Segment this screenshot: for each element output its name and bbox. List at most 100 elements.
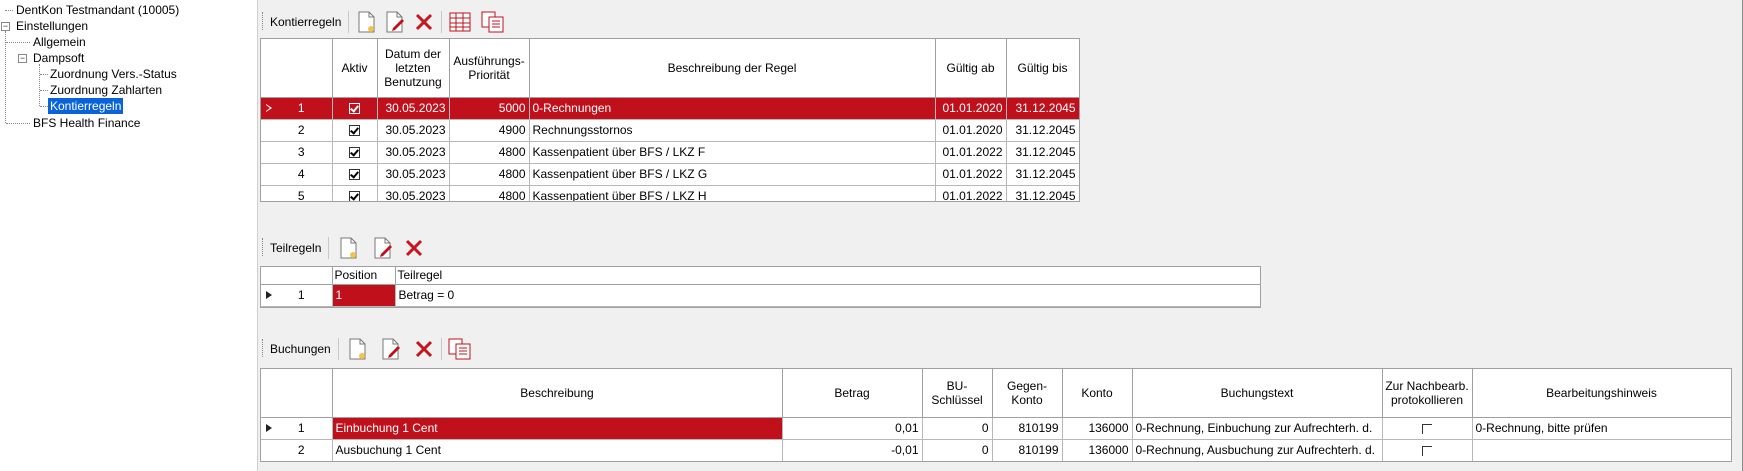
last-used-cell[interactable]: 30.05.2023 xyxy=(377,97,450,120)
valid-from-cell[interactable]: 01.01.2020 xyxy=(935,119,1007,142)
table-row[interactable]: 3 30.05.2023 4800 Kassenpatient über BFS… xyxy=(261,141,1079,164)
active-checkbox-cell[interactable] xyxy=(332,97,378,120)
log-checkbox-cell[interactable] xyxy=(1382,439,1473,461)
table-row[interactable]: 5 30.05.2023 4800 Kassenpatient über BFS… xyxy=(261,185,1079,201)
edit-rule-button[interactable] xyxy=(382,9,408,35)
new-rule-button[interactable] xyxy=(353,9,379,35)
active-checkbox[interactable] xyxy=(349,147,360,159)
active-checkbox-cell[interactable] xyxy=(332,141,378,164)
active-checkbox-cell[interactable] xyxy=(332,119,378,142)
last-used-cell[interactable]: 30.05.2023 xyxy=(377,185,450,201)
new-booking-button[interactable] xyxy=(344,336,370,362)
col-header-processing-note[interactable]: Bearbeitungshinweis xyxy=(1472,369,1731,418)
tree-node-status-mapping[interactable]: Zuordnung Vers.-Status xyxy=(50,66,177,82)
last-used-cell[interactable]: 30.05.2023 xyxy=(377,141,450,164)
subrule-cell[interactable]: Betrag = 0 xyxy=(395,284,1260,307)
delete-booking-button[interactable] xyxy=(411,336,437,362)
row-header[interactable]: 2 xyxy=(261,439,333,461)
collapse-icon[interactable]: − xyxy=(18,54,27,63)
col-header-valid-to[interactable]: Gültig bis xyxy=(1006,39,1079,98)
valid-to-cell[interactable]: 31.12.2045 xyxy=(1006,119,1079,142)
active-checkbox[interactable] xyxy=(349,103,360,115)
priority-cell[interactable]: 4900 xyxy=(449,119,530,142)
description-cell[interactable]: Kassenpatient über BFS / LKZ H xyxy=(529,185,936,201)
collapse-icon[interactable]: − xyxy=(1,22,10,31)
description-cell[interactable]: Kassenpatient über BFS / LKZ G xyxy=(529,163,936,186)
col-header-amount[interactable]: Betrag xyxy=(782,369,923,418)
toolbar-grip[interactable] xyxy=(262,12,264,30)
priority-cell[interactable]: 5000 xyxy=(449,97,530,120)
priority-cell[interactable]: 4800 xyxy=(449,163,530,186)
col-header-description[interactable]: Beschreibung xyxy=(332,369,783,418)
amount-cell[interactable]: 0,01 xyxy=(782,417,923,440)
row-header[interactable]: 4 xyxy=(261,163,333,186)
col-header-description[interactable]: Beschreibung der Regel xyxy=(529,39,936,98)
active-checkbox-cell[interactable] xyxy=(332,185,378,201)
table-row[interactable]: 1 1 Betrag = 0 xyxy=(261,284,1260,307)
copy-rule-button[interactable] xyxy=(480,9,506,35)
tree-node-dampsoft[interactable]: Dampsoft xyxy=(33,50,84,66)
valid-from-cell[interactable]: 01.01.2022 xyxy=(935,163,1007,186)
col-header-position[interactable]: Position xyxy=(332,267,396,285)
description-cell[interactable]: Ausbuchung 1 Cent xyxy=(332,439,783,461)
delete-subrule-button[interactable] xyxy=(401,235,427,261)
valid-to-cell[interactable]: 31.12.2045 xyxy=(1006,141,1079,164)
description-cell[interactable]: 0-Rechnungen xyxy=(529,97,936,120)
booking-text-cell[interactable]: 0-Rechnung, Ausbuchung zur Aufrechterh. … xyxy=(1132,439,1383,461)
position-cell[interactable]: 1 xyxy=(332,284,396,307)
processing-note-cell[interactable]: 0-Rechnung, bitte prüfen xyxy=(1472,417,1731,440)
active-checkbox[interactable] xyxy=(349,191,360,201)
tree-node-bfs[interactable]: BFS Health Finance xyxy=(33,115,140,131)
tree-node-rules[interactable]: Kontierregeln xyxy=(48,98,124,114)
col-header-valid-from[interactable]: Gültig ab xyxy=(935,39,1007,98)
table-view-button[interactable] xyxy=(447,9,473,35)
col-header-log-for-review[interactable]: Zur Nachbearb. protokollieren xyxy=(1382,369,1473,418)
col-header-priority[interactable]: Ausführungs-Priorität xyxy=(449,39,530,98)
last-used-cell[interactable]: 30.05.2023 xyxy=(377,163,450,186)
contra-account-cell[interactable]: 810199 xyxy=(992,417,1063,440)
valid-from-cell[interactable]: 01.01.2022 xyxy=(935,185,1007,201)
edit-booking-button[interactable] xyxy=(378,336,404,362)
col-header-account[interactable]: Konto xyxy=(1062,369,1133,418)
col-header-booking-text[interactable]: Buchungstext xyxy=(1132,369,1383,418)
processing-note-cell[interactable] xyxy=(1472,439,1731,461)
valid-to-cell[interactable]: 31.12.2045 xyxy=(1006,163,1079,186)
row-header[interactable]: 1 xyxy=(261,97,333,120)
active-checkbox-cell[interactable] xyxy=(332,163,378,186)
row-header[interactable]: 5 xyxy=(261,185,333,201)
col-header-tax-key[interactable]: BU-Schlüssel xyxy=(922,369,993,418)
active-checkbox[interactable] xyxy=(349,169,360,181)
col-header-contra-account[interactable]: Gegen-Konto xyxy=(992,369,1063,418)
table-row[interactable]: 1 30.05.2023 5000 0-Rechnungen 01.01.202… xyxy=(261,97,1079,120)
tree-node-payment-mapping[interactable]: Zuordnung Zahlarten xyxy=(50,82,162,98)
edit-subrule-button[interactable] xyxy=(370,235,396,261)
row-header[interactable]: 3 xyxy=(261,141,333,164)
description-cell[interactable]: Rechnungsstornos xyxy=(529,119,936,142)
description-cell[interactable]: Einbuchung 1 Cent xyxy=(332,417,783,440)
table-row[interactable]: 1 Einbuchung 1 Cent 0,01 0 810199 136000… xyxy=(261,417,1731,440)
toolbar-grip[interactable] xyxy=(262,238,264,256)
col-header-last-used[interactable]: Datum der letzten Benutzung xyxy=(377,39,450,98)
table-row[interactable]: 2 30.05.2023 4900 Rechnungsstornos 01.01… xyxy=(261,119,1079,142)
account-cell[interactable]: 136000 xyxy=(1062,417,1133,440)
col-header-active[interactable]: Aktiv xyxy=(332,39,378,98)
tax-key-cell[interactable]: 0 xyxy=(922,439,993,461)
active-checkbox[interactable] xyxy=(349,125,360,137)
tree-node-root[interactable]: DentKon Testmandant (10005) xyxy=(16,2,179,18)
copy-booking-button[interactable] xyxy=(447,336,473,362)
tax-key-cell[interactable]: 0 xyxy=(922,417,993,440)
contra-account-cell[interactable]: 810199 xyxy=(992,439,1063,461)
valid-to-cell[interactable]: 31.12.2045 xyxy=(1006,185,1079,201)
log-checkbox[interactable] xyxy=(1422,423,1432,434)
tree-node-settings[interactable]: Einstellungen xyxy=(16,18,88,34)
table-row[interactable]: 4 30.05.2023 4800 Kassenpatient über BFS… xyxy=(261,163,1079,186)
account-cell[interactable]: 136000 xyxy=(1062,439,1133,461)
valid-from-cell[interactable]: 01.01.2020 xyxy=(935,97,1007,120)
booking-text-cell[interactable]: 0-Rechnung, Einbuchung zur Aufrechterh. … xyxy=(1132,417,1383,440)
toolbar-grip[interactable] xyxy=(262,339,264,357)
col-header-subrule[interactable]: Teilregel xyxy=(395,267,1260,285)
last-used-cell[interactable]: 30.05.2023 xyxy=(377,119,450,142)
row-header[interactable]: 1 xyxy=(261,284,333,307)
log-checkbox-cell[interactable] xyxy=(1382,417,1473,440)
description-cell[interactable]: Kassenpatient über BFS / LKZ F xyxy=(529,141,936,164)
